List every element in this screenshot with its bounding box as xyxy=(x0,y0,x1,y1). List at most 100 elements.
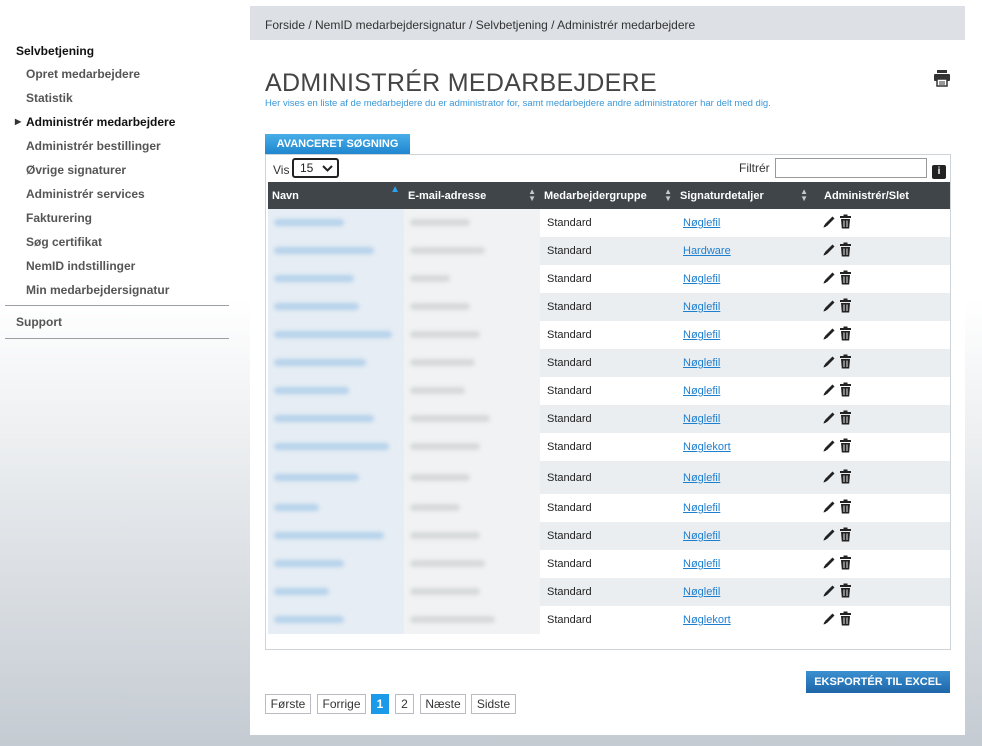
signature-details-cell: Nøglefil xyxy=(676,550,812,578)
delete-icon[interactable] xyxy=(839,469,852,487)
page-size-select[interactable]: 15 xyxy=(292,158,339,178)
sidebar-item-administrer-medarbejdere[interactable]: ▶ Administrér medarbejdere xyxy=(5,110,229,134)
employee-name-cell[interactable] xyxy=(268,606,404,634)
sidebar-item-administrer-bestillinger[interactable]: Administrér bestillinger xyxy=(5,134,229,158)
edit-icon[interactable] xyxy=(822,555,837,573)
edit-icon[interactable] xyxy=(822,242,837,260)
breadcrumb[interactable]: Forside / NemID medarbejdersignatur / Se… xyxy=(265,18,695,32)
employee-name-cell[interactable] xyxy=(268,237,404,265)
print-icon[interactable] xyxy=(933,69,951,87)
edit-icon[interactable] xyxy=(822,298,837,316)
signature-details-link[interactable]: Nøglefil xyxy=(683,357,720,369)
delete-icon[interactable] xyxy=(839,611,852,629)
employee-name-cell[interactable] xyxy=(268,433,404,461)
sidebar-item-min-medarbejdersignatur[interactable]: Min medarbejdersignatur xyxy=(5,278,229,302)
column-header-label: Medarbejdergruppe xyxy=(544,189,647,202)
signature-details-link[interactable]: Nøglefil xyxy=(683,413,720,425)
info-icon[interactable]: i xyxy=(932,165,946,179)
employee-name-cell[interactable] xyxy=(268,461,404,494)
signature-details-link[interactable]: Nøglefil xyxy=(683,558,720,570)
signature-details-link[interactable]: Nøglefil xyxy=(683,329,720,341)
delete-icon[interactable] xyxy=(839,410,852,428)
column-header-signaturdetaljer[interactable]: Signaturdetaljer ▲ ▼ xyxy=(676,182,812,209)
sidebar-item-statistik[interactable]: Statistik xyxy=(5,86,229,110)
signature-details-link[interactable]: Nøglefil xyxy=(683,586,720,598)
signature-details-link[interactable]: Nøglefil xyxy=(683,301,720,313)
edit-icon[interactable] xyxy=(822,354,837,372)
employee-name-cell[interactable] xyxy=(268,578,404,606)
edit-icon[interactable] xyxy=(822,469,837,487)
redacted-email xyxy=(410,443,480,450)
employee-email-cell xyxy=(404,293,540,321)
column-header-medarbejdergruppe[interactable]: Medarbejdergruppe ▲ ▼ xyxy=(540,182,676,209)
sidebar-item-administrer-services[interactable]: Administrér services xyxy=(5,182,229,206)
column-header-email[interactable]: E-mail-adresse ▲ ▼ xyxy=(404,182,540,209)
edit-icon[interactable] xyxy=(822,499,837,517)
delete-icon[interactable] xyxy=(839,242,852,260)
redacted-email xyxy=(410,588,480,595)
employee-name-cell[interactable] xyxy=(268,349,404,377)
employee-name-cell[interactable] xyxy=(268,494,404,522)
signature-details-link[interactable]: Nøglefil xyxy=(683,530,720,542)
sidebar-item-fakturering[interactable]: Fakturering xyxy=(5,206,229,230)
employee-group-cell: Standard xyxy=(540,349,676,377)
pagination-page-1[interactable]: 1 xyxy=(371,694,389,714)
edit-icon[interactable] xyxy=(822,382,837,400)
delete-icon[interactable] xyxy=(839,298,852,316)
column-header-navn[interactable]: Navn ▲ xyxy=(268,182,404,209)
actions-cell xyxy=(812,265,950,293)
sidebar-item-nemid-indstillinger[interactable]: NemID indstillinger xyxy=(5,254,229,278)
sidebar-item-ovrige-signaturer[interactable]: Øvrige signaturer xyxy=(5,158,229,182)
edit-icon[interactable] xyxy=(822,527,837,545)
filter-input[interactable] xyxy=(775,158,927,178)
employee-name-cell[interactable] xyxy=(268,522,404,550)
employee-name-cell[interactable] xyxy=(268,377,404,405)
delete-icon[interactable] xyxy=(839,499,852,517)
export-excel-button[interactable]: EKSPORTÉR TIL EXCEL xyxy=(806,671,950,693)
signature-details-link[interactable]: Nøglekort xyxy=(683,441,731,453)
signature-details-link[interactable]: Hardware xyxy=(683,245,731,257)
delete-icon[interactable] xyxy=(839,527,852,545)
signature-details-link[interactable]: Nøglefil xyxy=(683,217,720,229)
redacted-name xyxy=(274,331,392,338)
employee-name-cell[interactable] xyxy=(268,293,404,321)
pagination-last[interactable]: Sidste xyxy=(471,694,516,714)
sidebar-item-opret-medarbejdere[interactable]: Opret medarbejdere xyxy=(5,62,229,86)
edit-icon[interactable] xyxy=(822,438,837,456)
delete-icon[interactable] xyxy=(839,382,852,400)
employee-name-cell[interactable] xyxy=(268,209,404,237)
edit-icon[interactable] xyxy=(822,214,837,232)
employee-name-cell[interactable] xyxy=(268,405,404,433)
employee-name-cell[interactable] xyxy=(268,550,404,578)
employee-group-cell: Standard xyxy=(540,237,676,265)
delete-icon[interactable] xyxy=(839,326,852,344)
pagination-previous[interactable]: Forrige xyxy=(317,694,366,714)
delete-icon[interactable] xyxy=(839,214,852,232)
signature-details-link[interactable]: Nøglefil xyxy=(683,385,720,397)
delete-icon[interactable] xyxy=(839,555,852,573)
employee-name-cell[interactable] xyxy=(268,321,404,349)
edit-icon[interactable] xyxy=(822,270,837,288)
signature-details-link[interactable]: Nøglefil xyxy=(683,472,720,484)
delete-icon[interactable] xyxy=(839,270,852,288)
sidebar-item-support[interactable]: Support xyxy=(5,306,229,338)
edit-icon[interactable] xyxy=(822,583,837,601)
edit-icon[interactable] xyxy=(822,611,837,629)
employee-name-cell[interactable] xyxy=(268,265,404,293)
signature-details-link[interactable]: Nøglekort xyxy=(683,614,731,626)
delete-icon[interactable] xyxy=(839,438,852,456)
triangle-right-icon: ▶ xyxy=(15,117,22,126)
signature-details-link[interactable]: Nøglefil xyxy=(683,502,720,514)
pagination-first[interactable]: Første xyxy=(265,694,311,714)
delete-icon[interactable] xyxy=(839,354,852,372)
signature-details-link[interactable]: Nøglefil xyxy=(683,273,720,285)
redacted-email xyxy=(410,616,495,623)
edit-icon[interactable] xyxy=(822,326,837,344)
advanced-search-tab[interactable]: AVANCERET SØGNING xyxy=(265,134,410,154)
delete-icon[interactable] xyxy=(839,583,852,601)
pagination-next[interactable]: Næste xyxy=(420,694,466,714)
signature-details-cell: Nøglefil xyxy=(676,578,812,606)
pagination-page-2[interactable]: 2 xyxy=(395,694,414,714)
sidebar-item-sog-certifikat[interactable]: Søg certifikat xyxy=(5,230,229,254)
edit-icon[interactable] xyxy=(822,410,837,428)
